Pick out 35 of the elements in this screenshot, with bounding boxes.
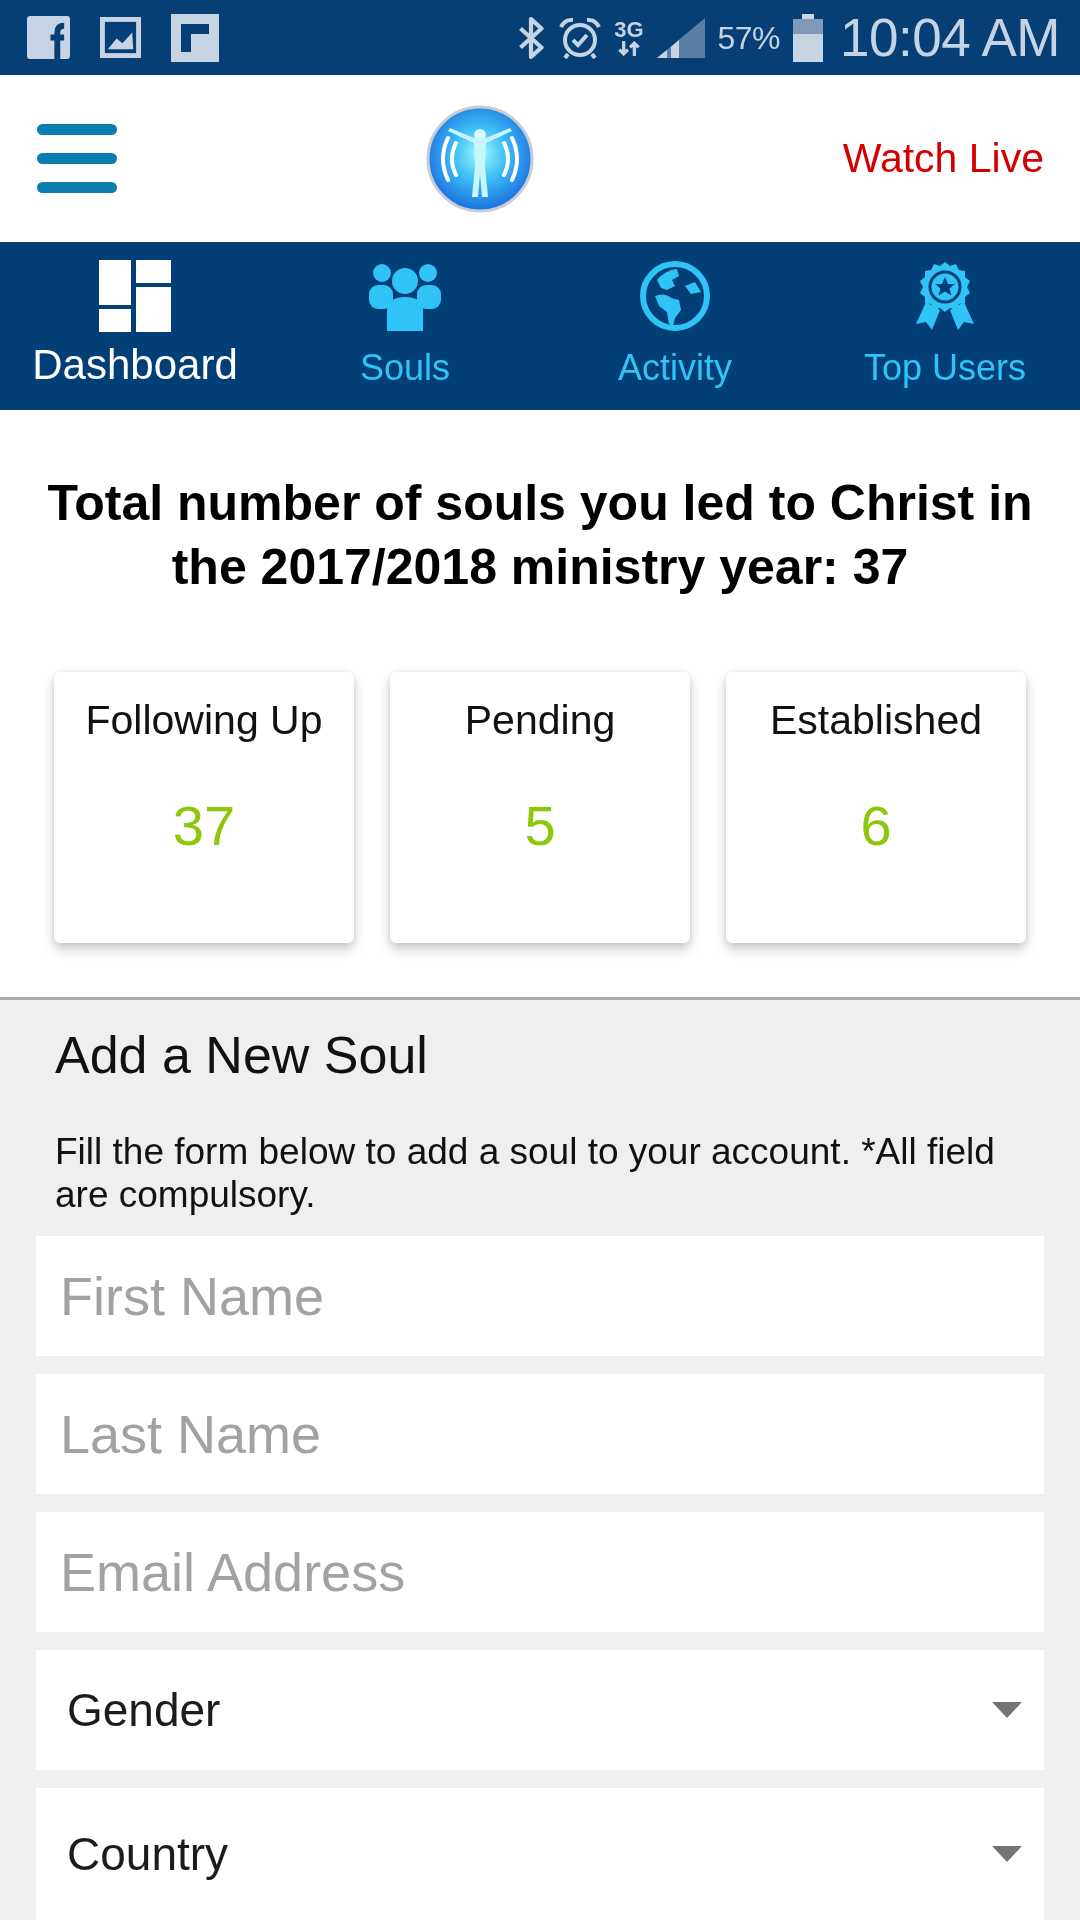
- alarm-clock-icon: [559, 16, 602, 59]
- dashboard-grid-icon: [99, 260, 171, 332]
- f-logo-icon: [27, 16, 70, 59]
- nav-tab[interactable]: Top Users: [810, 242, 1080, 410]
- input-field[interactable]: Last Name: [36, 1374, 1044, 1494]
- battery-icon: [793, 13, 824, 62]
- watch-live-link[interactable]: Watch Live: [842, 127, 1044, 190]
- nav-tab[interactable]: Activity: [540, 242, 810, 410]
- stat-count: 6: [860, 794, 892, 858]
- network-type-label: 3G: [614, 19, 644, 41]
- menu-icon[interactable]: [37, 124, 117, 193]
- nav-tab[interactable]: Dashboard: [0, 242, 270, 410]
- signal-icon: [656, 17, 705, 58]
- souls-total-heading: Total number of souls you led to Christ in the 2017/2018 ministry year: 37: [46, 474, 1034, 597]
- form-title: Add a New Soul: [55, 1026, 429, 1084]
- globe-icon: [639, 260, 711, 332]
- nav-tab[interactable]: Souls: [270, 242, 540, 410]
- picture-icon: [100, 17, 141, 58]
- caret-icon: [992, 1702, 1022, 1718]
- stat-label: Following Up: [85, 696, 323, 744]
- stat-label: Pending: [464, 696, 616, 744]
- clock-time: 10:04 AM: [840, 11, 1060, 64]
- input-field[interactable]: Email Address: [36, 1512, 1044, 1632]
- caret-icon: [992, 1846, 1022, 1862]
- form-description: Fill the form below to add a soul to your account. *All field are compulsory.: [55, 1130, 996, 1216]
- stat-label: Established: [770, 696, 982, 744]
- dropdown-field[interactable]: Gender: [36, 1650, 1044, 1770]
- tile-logo-icon: [171, 13, 219, 62]
- data-arrows-icon: [616, 41, 641, 56]
- battery-percent: 57%: [717, 21, 781, 54]
- stat-count: 5: [524, 794, 556, 858]
- dropdown-field[interactable]: Country: [36, 1788, 1044, 1920]
- logo-icon: [425, 104, 534, 213]
- stat-count: 37: [172, 794, 236, 858]
- input-field[interactable]: First Name: [36, 1236, 1044, 1356]
